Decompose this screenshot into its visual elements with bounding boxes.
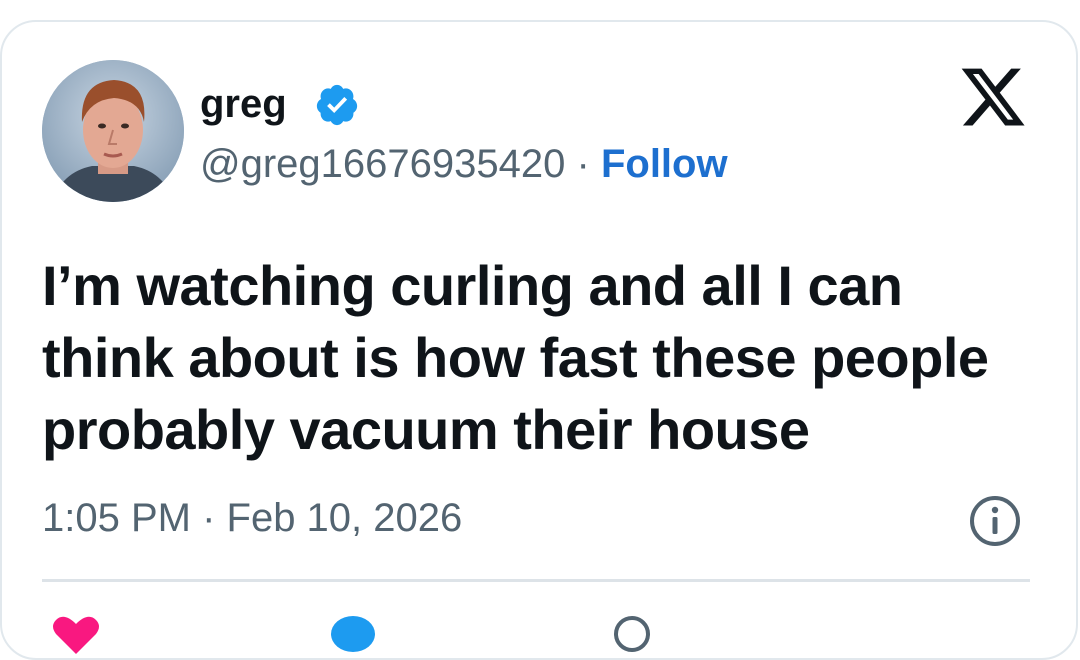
tweet-text: I’m watching curling and all I can think… xyxy=(42,254,989,461)
link-icon[interactable] xyxy=(612,614,652,654)
heart-icon[interactable] xyxy=(50,614,102,654)
separator-dot: · xyxy=(576,142,590,186)
author-display-name[interactable]: greg xyxy=(200,80,287,128)
divider xyxy=(42,579,1030,582)
author-handle-row: @greg16676935420 · Follow xyxy=(200,140,728,188)
follow-button[interactable]: Follow xyxy=(601,142,728,186)
tweet-timestamp[interactable]: 1:05 PM · Feb 10, 2026 xyxy=(42,494,462,542)
verified-badge-icon xyxy=(316,84,358,126)
x-logo-icon[interactable] xyxy=(958,62,1028,132)
author-handle[interactable]: @greg16676935420 xyxy=(200,142,565,186)
info-icon[interactable] xyxy=(968,494,1022,548)
avatar[interactable] xyxy=(42,60,184,202)
reply-icon[interactable] xyxy=(330,614,376,654)
